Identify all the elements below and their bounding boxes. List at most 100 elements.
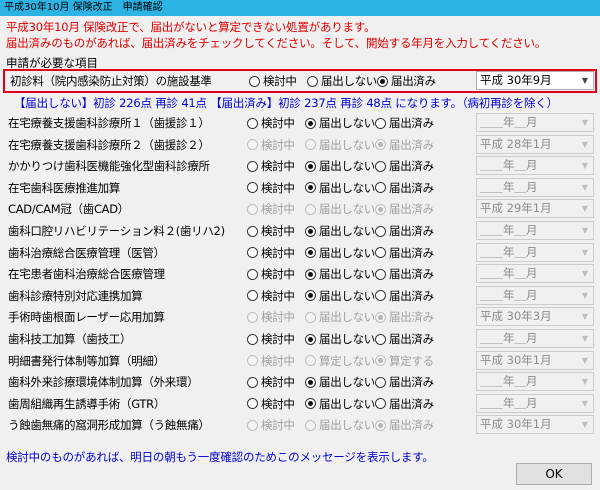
radio-button-icon <box>305 139 316 151</box>
radio-considering[interactable]: 検討中 <box>247 223 295 239</box>
date-value: ＿＿年＿月 <box>480 287 538 302</box>
date-select[interactable]: 平成 29年1月 ▼ <box>476 199 594 219</box>
radio-label: 届出しない <box>319 159 375 174</box>
chevron-down-icon: ▼ <box>581 420 589 430</box>
radio-considering[interactable]: 検討中 <box>247 137 295 153</box>
radio-label: 検討中 <box>261 116 295 130</box>
main-radio-filed[interactable]: 届出済み <box>377 73 436 89</box>
date-select[interactable]: 平成 28年1月 ▼ <box>476 134 594 154</box>
radio-not-filed[interactable]: 届出しない <box>305 331 375 347</box>
radio-not-filed[interactable]: 届出しない <box>305 115 375 131</box>
radio-not-filed[interactable]: 届出しない <box>305 309 375 325</box>
radio-considering[interactable]: 検討中 <box>247 115 295 131</box>
radio-not-filed[interactable]: 届出しない <box>305 180 375 196</box>
radio-not-filed[interactable]: 届出しない <box>305 374 375 390</box>
radio-filed[interactable]: 届出済み <box>375 223 434 239</box>
radio-filed[interactable]: 届出済み <box>375 288 434 304</box>
radio-button-icon <box>247 203 258 215</box>
date-select[interactable]: ＿＿年＿月 ▼ <box>476 221 594 240</box>
radio-label: 検討中 <box>261 180 295 195</box>
chevron-down-icon: ▼ <box>581 247 589 257</box>
radio-filed[interactable]: 届出済み <box>375 309 434 325</box>
radio-label: 届出しない <box>319 245 375 260</box>
radio-not-filed[interactable]: 届出しない <box>305 288 375 304</box>
main-item-label: 初診料（院内感染防止対策）の施設基準 <box>10 74 212 88</box>
radio-considering[interactable]: 検討中 <box>247 180 295 196</box>
radio-filed[interactable]: 届出済み <box>375 137 434 153</box>
radio-calculate[interactable]: 算定する <box>375 353 434 369</box>
radio-not-filed[interactable]: 届出しない <box>305 158 375 174</box>
date-select[interactable]: ＿＿年＿月 ▼ <box>476 264 594 284</box>
radio-considering[interactable]: 検討中 <box>247 201 295 217</box>
radio-not-filed[interactable]: 届出しない <box>305 201 375 217</box>
radio-label: 検討中 <box>261 310 295 325</box>
main-radio-considering[interactable]: 検討中 <box>249 73 297 89</box>
radio-considering[interactable]: 検討中 <box>247 374 295 390</box>
radio-button-icon <box>247 268 258 280</box>
radio-button-icon <box>247 247 258 259</box>
date-select[interactable]: ＿＿年＿月 ▼ <box>476 113 594 132</box>
radio-label: 届出済み <box>389 180 434 195</box>
radio-considering[interactable]: 検討中 <box>247 396 295 412</box>
date-value: ＿＿年＿月 <box>480 158 538 173</box>
radio-considering[interactable]: 検討中 <box>247 331 295 347</box>
radio-considering[interactable]: 検討中 <box>247 266 295 282</box>
date-select[interactable]: 平成 30年1月 ▼ <box>476 415 594 435</box>
date-select[interactable]: 平成 30年1月 ▼ <box>476 350 594 370</box>
radio-not-filed[interactable]: 届出しない <box>305 137 375 153</box>
date-select[interactable]: 平成 30年3月 ▼ <box>476 307 594 327</box>
notice-line-2: 届出済みのものがあれば、届出済みをチェックしてください。そして、開始する年月を入… <box>6 36 547 50</box>
radio-not-filed[interactable]: 届出しない <box>305 245 375 261</box>
radio-filed[interactable]: 届出済み <box>375 180 434 196</box>
radio-button-icon <box>247 139 258 151</box>
main-date-select[interactable]: 平成 30年9月 ▼ <box>476 71 594 90</box>
date-select[interactable]: ＿＿年＿月 ▼ <box>476 177 594 197</box>
radio-label: 届出しない <box>319 310 375 325</box>
radio-not-calculated[interactable]: 算定しない <box>305 353 375 369</box>
radio-filed[interactable]: 届出済み <box>375 115 434 131</box>
radio-label: 届出しない <box>319 288 375 303</box>
date-value: ＿＿年＿月 <box>480 331 538 345</box>
item-row: 歯科外来診療環境体制加算（外来環） 検討中 届出しない 届出済み ＿＿年＿月 ▼ <box>0 371 600 392</box>
date-select[interactable]: ＿＿年＿月 ▼ <box>476 393 594 413</box>
radio-not-filed[interactable]: 届出しない <box>305 396 375 412</box>
radio-label: 届出済み <box>389 310 434 325</box>
item-row: 在宅患者歯科治療総合医療管理 検討中 届出しない 届出済み ＿＿年＿月 ▼ <box>0 263 600 284</box>
item-label: 在宅療養支援歯科診療所１（歯援診１） <box>8 116 210 130</box>
ok-button[interactable]: OK <box>516 463 592 485</box>
radio-filed[interactable]: 届出済み <box>375 396 434 412</box>
item-row: 歯科治療総合医療管理（医管） 検討中 届出しない 届出済み ＿＿年＿月 ▼ <box>0 242 600 263</box>
radio-considering[interactable]: 検討中 <box>247 245 295 261</box>
radio-button-icon <box>247 182 258 194</box>
radio-filed[interactable]: 届出済み <box>375 266 434 282</box>
date-select[interactable]: ＿＿年＿月 ▼ <box>476 285 594 305</box>
radio-considering[interactable]: 検討中 <box>247 353 295 369</box>
radio-filed[interactable]: 届出済み <box>375 374 434 390</box>
radio-considering[interactable]: 検討中 <box>247 417 295 433</box>
radio-considering[interactable]: 検討中 <box>247 309 295 325</box>
radio-label: 届出しない <box>319 418 375 433</box>
date-value: ＿＿年＿月 <box>480 223 538 237</box>
radio-button-icon <box>247 225 258 237</box>
radio-filed[interactable]: 届出済み <box>375 158 434 174</box>
chevron-down-icon: ▼ <box>581 334 589 343</box>
radio-filed[interactable]: 届出済み <box>375 201 434 217</box>
radio-button-icon <box>375 160 386 172</box>
radio-not-filed[interactable]: 届出しない <box>305 266 375 282</box>
date-select[interactable]: ＿＿年＿月 ▼ <box>476 329 594 348</box>
chevron-down-icon: ▼ <box>581 269 589 279</box>
radio-filed[interactable]: 届出済み <box>375 331 434 347</box>
radio-button-icon <box>375 398 386 410</box>
main-radio-not-filed[interactable]: 届出しない <box>307 73 377 89</box>
radio-not-filed[interactable]: 届出しない <box>305 223 375 239</box>
radio-filed[interactable]: 届出済み <box>375 417 434 433</box>
date-select[interactable]: ＿＿年＿月 ▼ <box>476 156 594 176</box>
radio-considering[interactable]: 検討中 <box>247 158 295 174</box>
radio-considering[interactable]: 検討中 <box>247 288 295 304</box>
item-row: 明細書発行体制等加算（明細） 検討中 算定しない 算定する 平成 30年1月 ▼ <box>0 350 600 371</box>
date-select[interactable]: ＿＿年＿月 ▼ <box>476 372 594 392</box>
radio-button-icon <box>377 75 388 87</box>
radio-not-filed[interactable]: 届出しない <box>305 417 375 433</box>
date-select[interactable]: ＿＿年＿月 ▼ <box>476 242 594 262</box>
radio-filed[interactable]: 届出済み <box>375 245 434 261</box>
